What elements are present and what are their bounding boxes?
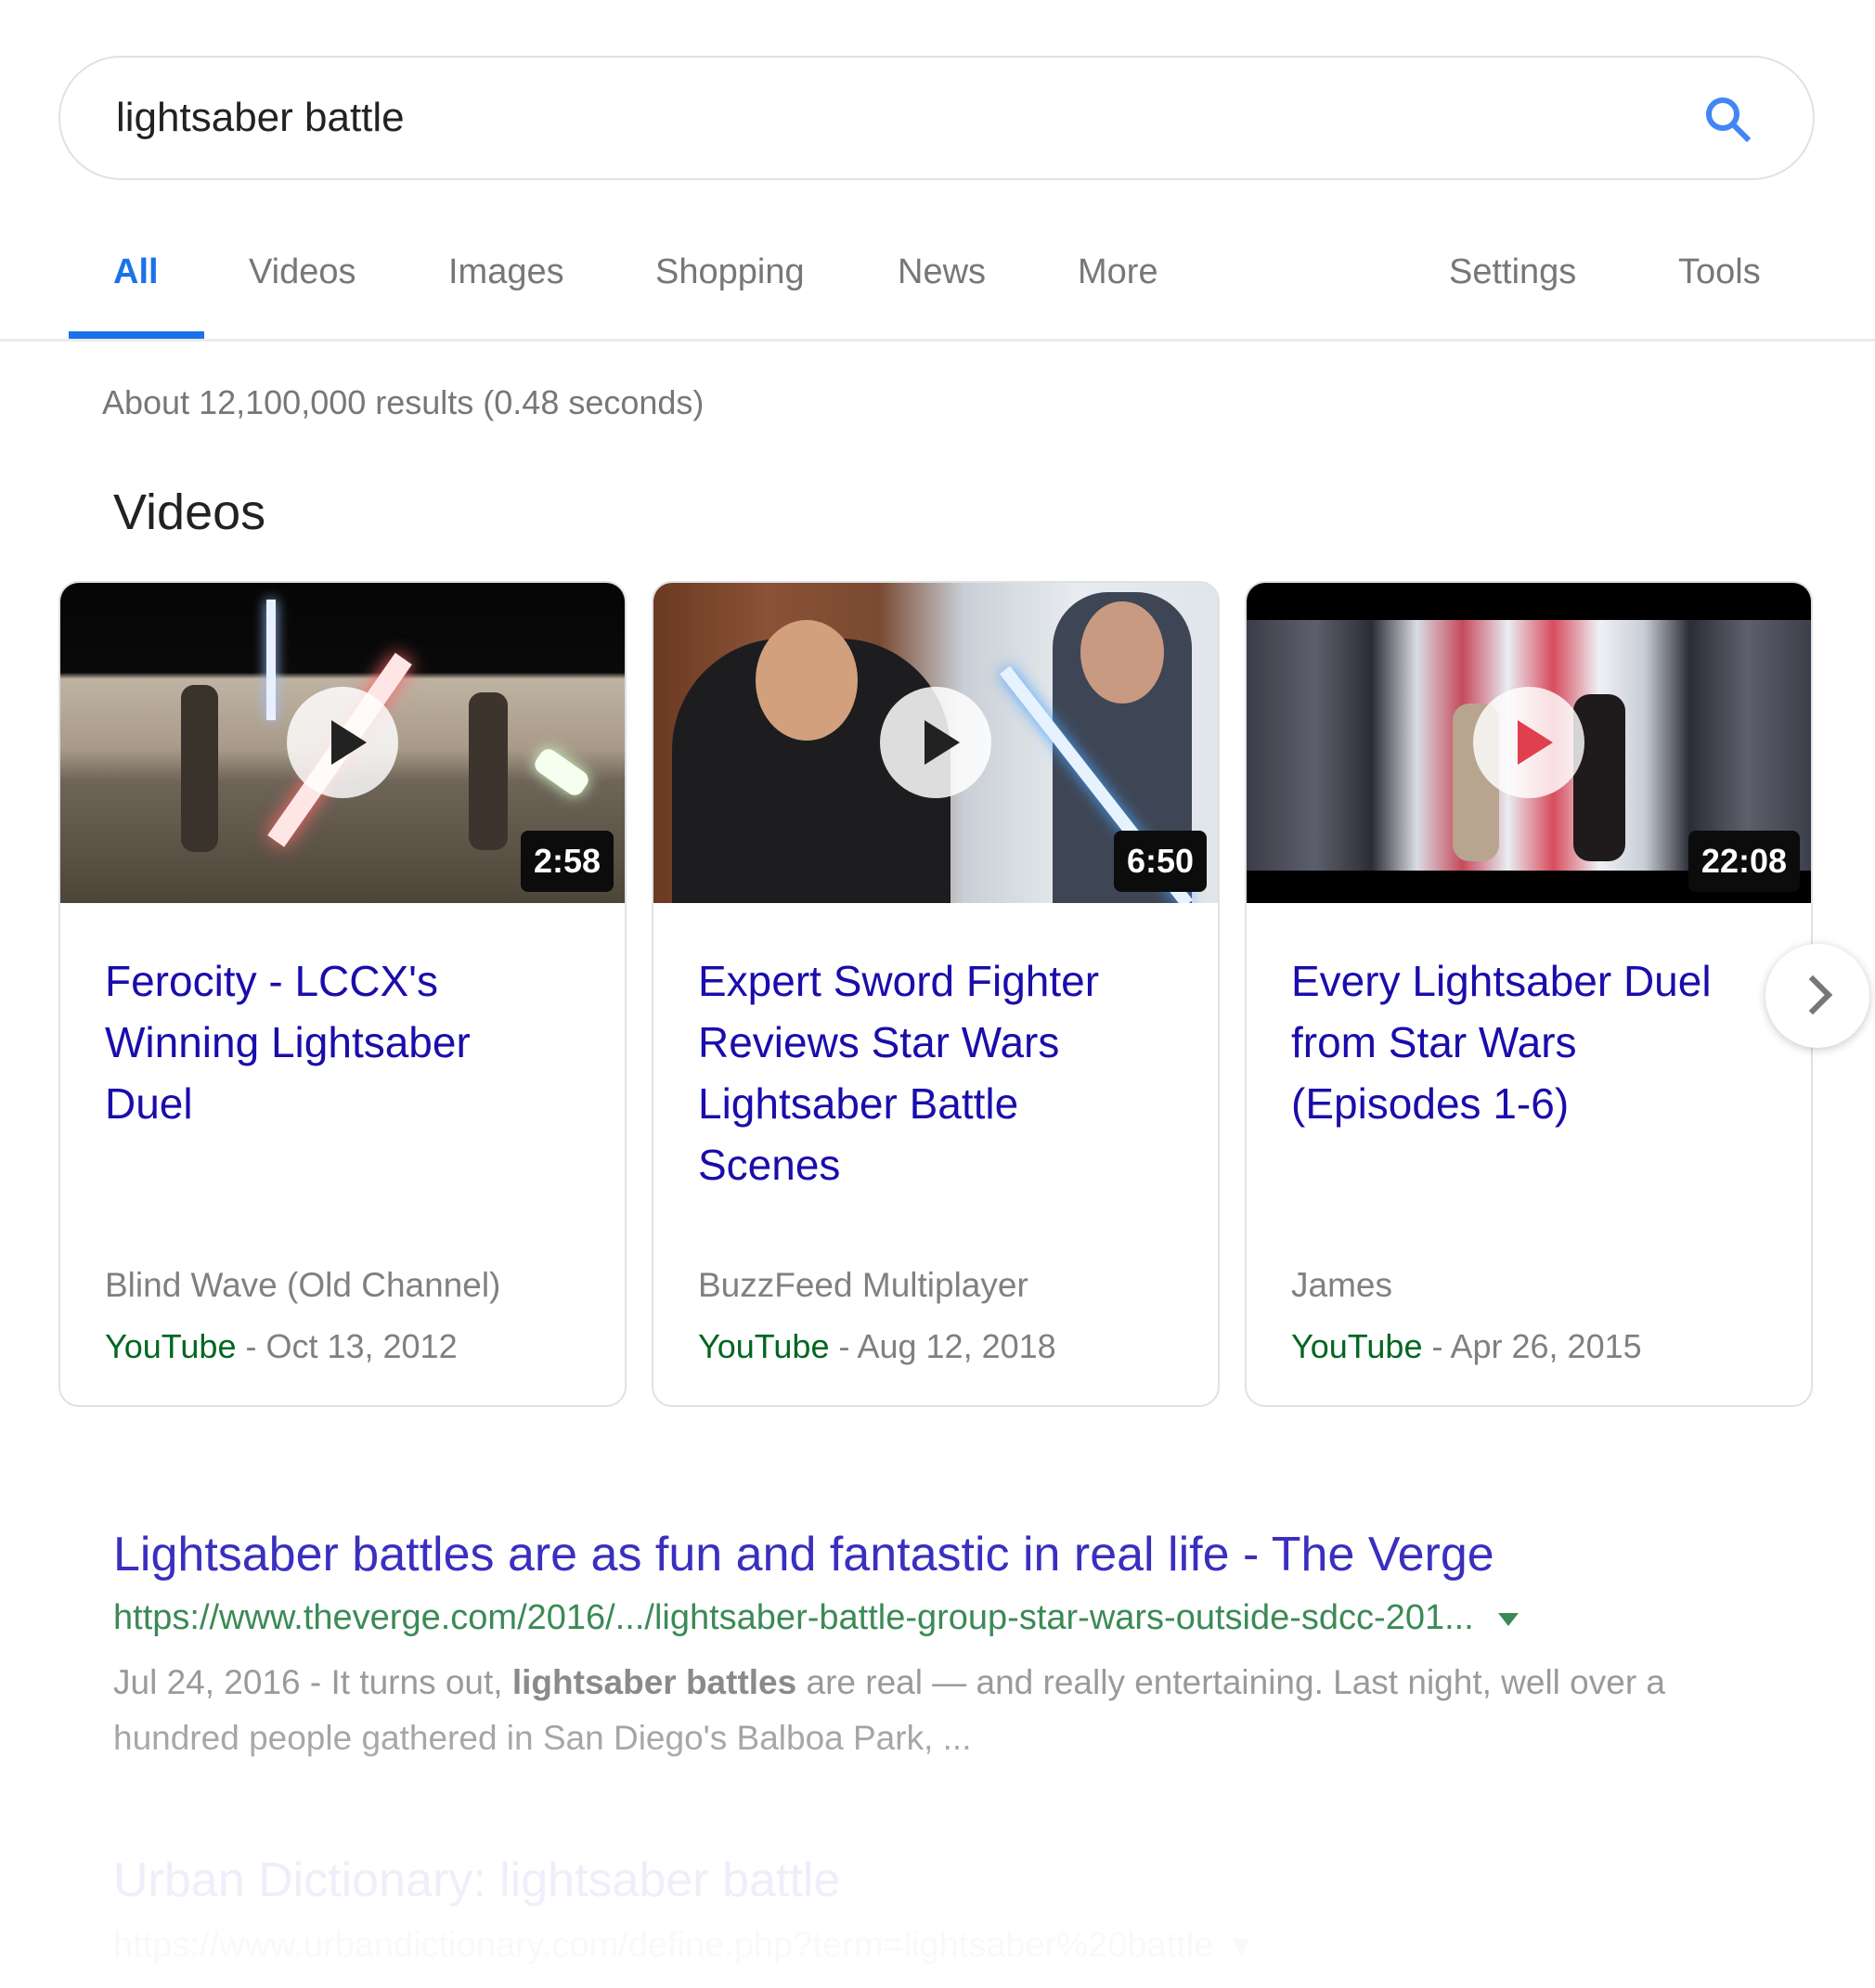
result-title-link[interactable]: Urban Dictionary: lightsaber battle <box>113 1852 840 1908</box>
tab-more[interactable]: More <box>1078 252 1158 292</box>
person-face <box>756 620 858 741</box>
play-icon[interactable] <box>287 687 398 798</box>
play-icon[interactable] <box>880 687 991 798</box>
snippet-highlight: lightsaber battles <box>511 1663 797 1701</box>
fighter-figure <box>181 685 218 852</box>
caret-down-icon[interactable]: ▾ <box>1232 1926 1249 1965</box>
tab-all[interactable]: All <box>113 252 159 292</box>
search-input[interactable] <box>116 89 1601 147</box>
video-source: YouTube <box>105 1327 237 1365</box>
video-date: - Aug 12, 2018 <box>829 1327 1056 1365</box>
search-bar <box>58 56 1815 180</box>
video-channel: Blind Wave (Old Channel) <box>105 1266 501 1304</box>
videos-section-title: Videos <box>113 484 266 540</box>
tab-news[interactable]: News <box>898 252 986 292</box>
video-title[interactable]: Every Lightsaber Duel from Star Wars (Ep… <box>1291 950 1755 1134</box>
caret-down-icon[interactable] <box>1497 1612 1519 1626</box>
lightsaber-blade <box>266 600 276 720</box>
tools-link[interactable]: Tools <box>1678 252 1761 292</box>
video-channel: James <box>1291 1266 1392 1304</box>
video-source: YouTube <box>1291 1327 1423 1365</box>
duration-badge: 6:50 <box>1113 831 1207 892</box>
video-channel: BuzzFeed Multiplayer <box>698 1266 1028 1304</box>
result-url: https://www.urbandictionary.com/define.p… <box>113 1924 1249 1966</box>
carousel-next-button[interactable] <box>1765 944 1869 1048</box>
result-stats: About 12,100,000 results (0.48 seconds) <box>102 383 705 421</box>
video-date: - Apr 26, 2015 <box>1422 1327 1642 1365</box>
video-title[interactable]: Ferocity - LCCX's Winning Lightsaber Due… <box>105 950 569 1134</box>
video-meta: YouTube - Apr 26, 2015 <box>1291 1327 1642 1366</box>
video-card[interactable]: 22:08 Every Lightsaber Duel from Star Wa… <box>1245 581 1813 1407</box>
video-thumbnail[interactable]: 22:08 <box>1247 583 1811 903</box>
video-meta: YouTube - Aug 12, 2018 <box>698 1327 1056 1366</box>
result-url: https://www.theverge.com/2016/.../lights… <box>113 1598 1519 1638</box>
person-face <box>1080 601 1164 704</box>
video-meta: YouTube - Oct 13, 2012 <box>105 1327 458 1366</box>
snippet-date: Jul 24, 2016 - It turns out, <box>113 1663 512 1701</box>
video-card[interactable]: 2:58 Ferocity - LCCX's Winning Lightsabe… <box>58 581 627 1407</box>
video-thumbnail[interactable]: 6:50 <box>653 583 1218 903</box>
video-date: - Oct 13, 2012 <box>236 1327 458 1365</box>
result-url-text: https://www.theverge.com/2016/.../lights… <box>113 1598 1474 1637</box>
video-source: YouTube <box>698 1327 830 1365</box>
active-tab-indicator <box>69 331 204 339</box>
video-card[interactable]: 6:50 Expert Sword Fighter Reviews Star W… <box>652 581 1220 1407</box>
tabs-divider <box>0 339 1875 342</box>
duration-badge: 2:58 <box>520 831 614 892</box>
video-thumbnail[interactable]: 2:58 <box>60 583 625 903</box>
search-icon[interactable] <box>1701 93 1753 145</box>
play-icon[interactable] <box>1473 687 1584 798</box>
chevron-right-icon <box>1792 975 1833 1015</box>
result-url-text: https://www.urbandictionary.com/define.p… <box>113 1926 1214 1965</box>
video-title[interactable]: Expert Sword Fighter Reviews Star Wars L… <box>698 950 1162 1195</box>
tab-videos[interactable]: Videos <box>249 252 356 292</box>
tab-images[interactable]: Images <box>448 252 564 292</box>
result-title-link[interactable]: Lightsaber battles are as fun and fantas… <box>113 1527 1494 1582</box>
fighter-figure <box>1573 694 1625 861</box>
lightsaber-blade <box>531 745 592 799</box>
duration-badge: 22:08 <box>1688 831 1800 892</box>
tab-shopping[interactable]: Shopping <box>655 252 805 292</box>
settings-link[interactable]: Settings <box>1449 252 1576 292</box>
result-snippet: Jul 24, 2016 - It turns out, lightsaber … <box>113 1655 1784 1766</box>
fighter-figure <box>469 692 508 850</box>
